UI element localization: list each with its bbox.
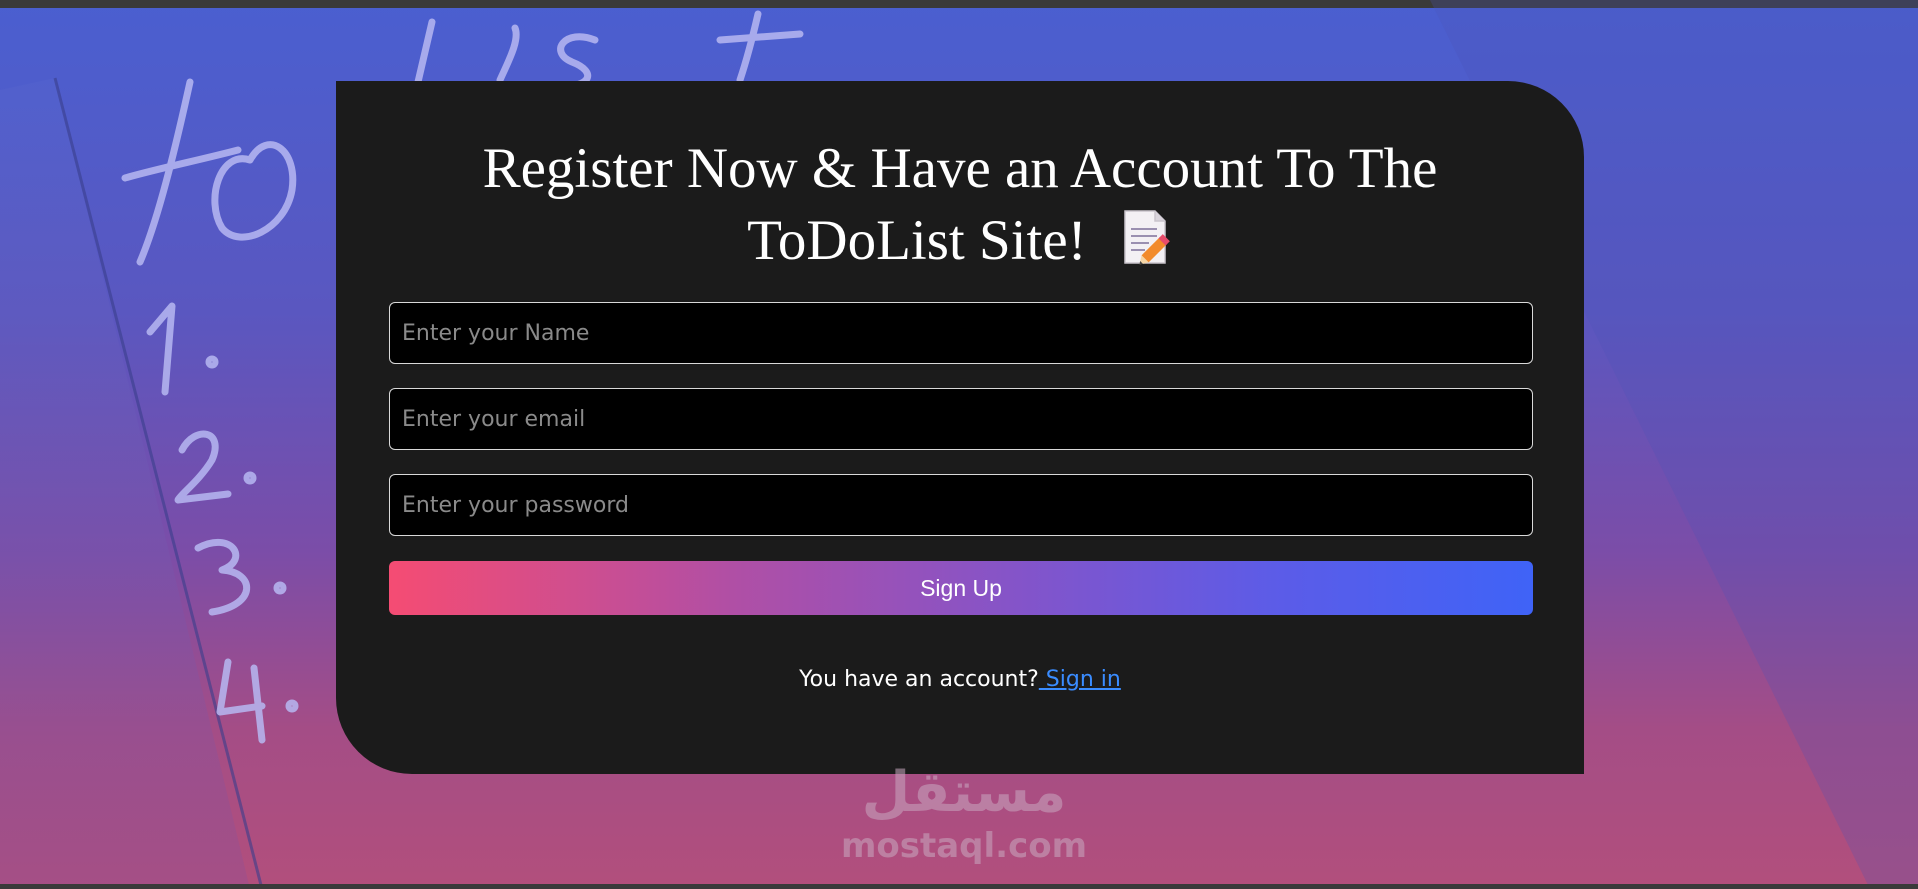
sign-in-prompt: You have an account? Sign in	[336, 667, 1584, 692]
register-title-line-2-text: ToDoList Site!	[747, 209, 1087, 272]
sign-in-link[interactable]: Sign in	[1039, 667, 1121, 692]
register-title-line-1: Register Now & Have an Account To The	[482, 137, 1438, 200]
memo-icon	[1124, 210, 1170, 265]
watermark-domain-text: mostaql.com	[840, 826, 1088, 866]
register-title-line-2: ToDoList Site!	[336, 205, 1584, 277]
account-prompt-text: You have an account?	[799, 667, 1039, 692]
password-input[interactable]	[389, 474, 1533, 536]
register-card: Register Now & Have an Account To The To…	[336, 81, 1584, 774]
register-title: Register Now & Have an Account To The To…	[336, 133, 1584, 277]
name-input[interactable]	[389, 302, 1533, 364]
email-input[interactable]	[389, 388, 1533, 450]
watermark-logo: مستقل mostaql.com	[836, 760, 1092, 870]
sign-up-button[interactable]: Sign Up	[389, 561, 1533, 615]
window-bottom-strip	[0, 884, 1918, 889]
watermark-arabic-text: مستقل	[861, 760, 1067, 825]
